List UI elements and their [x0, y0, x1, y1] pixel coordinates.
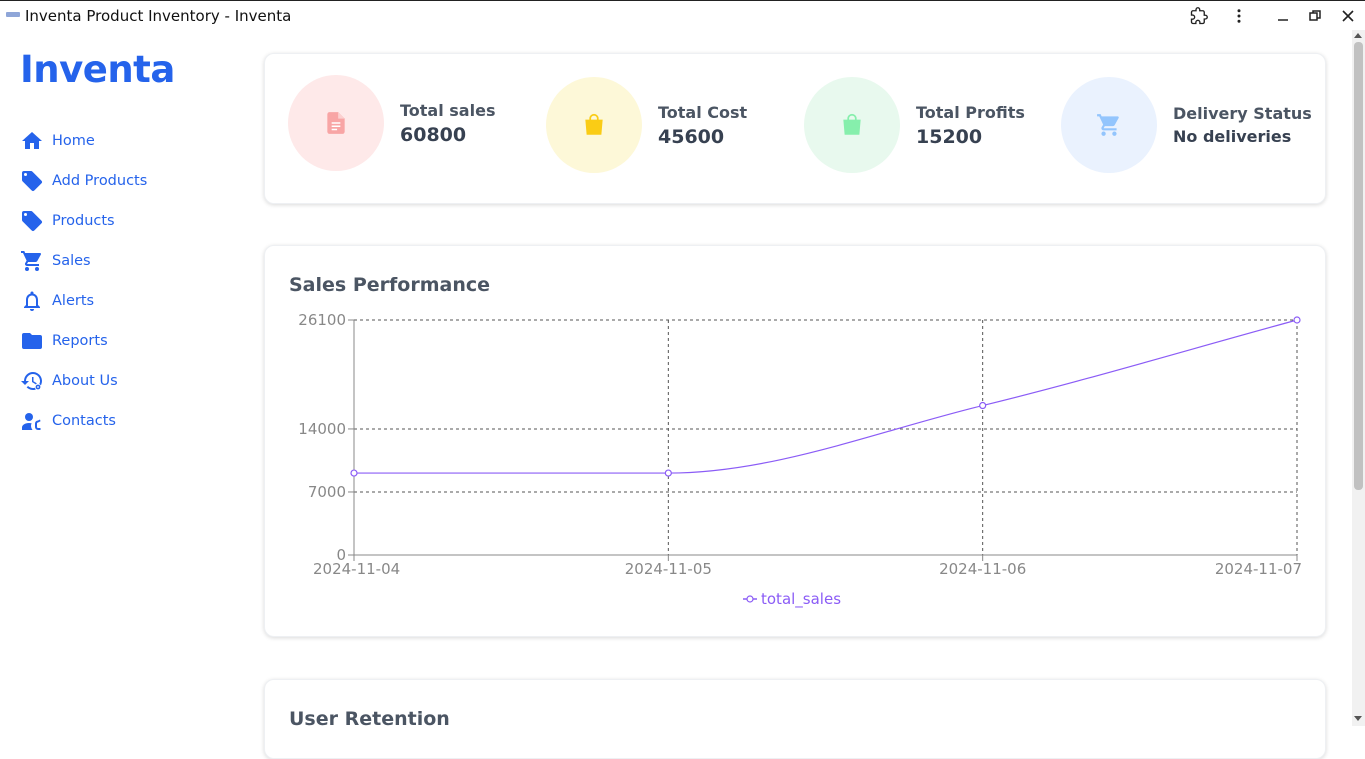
stat-value: No deliveries — [1173, 127, 1292, 146]
window-title: Inventa Product Inventory - Inventa — [25, 7, 292, 25]
data-point — [664, 469, 672, 477]
stat-value: 45600 — [658, 125, 725, 148]
data-point — [350, 469, 358, 477]
kebab-menu-icon[interactable] — [1228, 6, 1250, 26]
x-tick-label: 2024-11-07 — [1215, 560, 1302, 578]
stat-label: Total Cost — [658, 102, 748, 122]
y-tick-label: 14000 — [298, 420, 346, 438]
stat-icon-circle — [1061, 77, 1157, 173]
sidebar-item-label: Contacts — [52, 413, 116, 429]
history-gear-icon — [21, 372, 42, 391]
user-retention-card: User Retention — [264, 679, 1326, 759]
scroll-thumb[interactable] — [1354, 42, 1363, 490]
stat-icon-circle — [546, 77, 642, 173]
sidebar-item-label: Products — [52, 213, 115, 229]
shopping-bag-icon — [843, 113, 861, 135]
sidebar-item-about-us[interactable]: About Us — [20, 367, 118, 395]
stat-label: Delivery Status — [1173, 104, 1312, 123]
sidebar-item-label: Sales — [52, 253, 91, 269]
stat-icon-circle — [288, 75, 384, 171]
stat-total-profits: Total Profits 15200 — [804, 77, 1025, 173]
sales-chart: 0700014000261002024-11-04 2024-11-05 2024-… — [298, 311, 1302, 609]
legend-label: total_sales — [761, 590, 841, 609]
shopping-bag-icon — [585, 113, 603, 135]
stat-label: Total sales — [400, 100, 496, 120]
sales-performance-card: Sales Performance 0 7000 14000 26100 2024-11… — [264, 245, 1326, 637]
sidebar-item-label: Alerts — [52, 293, 95, 309]
folder-icon — [22, 333, 42, 349]
extensions-icon[interactable] — [1188, 6, 1210, 26]
tag-icon — [22, 171, 42, 192]
sidebar-item-label: Add Products — [52, 173, 148, 189]
sidebar-item-alerts[interactable]: Alerts — [20, 287, 94, 315]
y-tick-label: 7000 — [308, 483, 346, 501]
x-tick-label: 2024-11-05 — [625, 560, 712, 578]
stat-value: 15200 — [916, 125, 983, 148]
series-line — [354, 319, 1298, 474]
bell-icon — [24, 291, 40, 311]
document-icon — [327, 112, 345, 134]
stat-value: 60800 — [400, 123, 467, 146]
stat-total-sales: Total sales 60800 — [288, 75, 495, 171]
window-titlebar: Inventa Product Inventory - Inventa — [0, 0, 1365, 30]
scroll-up-arrow-icon[interactable] — [1354, 33, 1362, 38]
x-tick-label: 2024-11-04 — [313, 560, 400, 578]
app-favicon-icon — [6, 12, 20, 17]
scroll-down-arrow-icon[interactable] — [1354, 716, 1362, 721]
sidebar-item-label: Reports — [52, 333, 108, 349]
stat-icon-circle — [804, 77, 900, 173]
stat-delivery-status: Delivery Status No deliveries — [1061, 77, 1312, 173]
contacts-icon — [22, 413, 41, 430]
data-point — [979, 401, 987, 410]
sidebar-item-reports[interactable]: Reports — [20, 327, 108, 355]
close-icon[interactable] — [1337, 6, 1359, 26]
sidebar-item-label: Home — [52, 133, 95, 149]
page-scrollbar[interactable] — [1352, 30, 1365, 726]
stat-label: Total Profits — [916, 102, 1025, 122]
sidebar-item-products[interactable]: Products — [20, 207, 115, 235]
card-title: User Retention — [289, 708, 450, 730]
legend-marker-icon — [746, 595, 754, 603]
y-tick-label: 26100 — [298, 311, 346, 329]
sidebar-item-add-products[interactable]: Add Products — [20, 167, 147, 195]
cart-icon — [1097, 114, 1119, 136]
x-tick-label: 2024-11-06 — [939, 560, 1026, 578]
stat-total-cost: Total Cost 45600 — [546, 77, 747, 173]
restore-icon[interactable] — [1304, 6, 1326, 26]
brand-logo-text[interactable]: Inventa — [20, 48, 175, 91]
home-icon — [22, 132, 42, 149]
cart-icon — [21, 251, 42, 271]
sidebar: Inventa Home Add Products Products Sales… — [0, 30, 240, 726]
sidebar-item-contacts[interactable]: Contacts — [20, 407, 116, 435]
data-point — [1293, 316, 1301, 324]
sidebar-item-home[interactable]: Home — [20, 127, 95, 155]
tag-icon — [22, 211, 42, 232]
sidebar-item-sales[interactable]: Sales — [20, 247, 91, 275]
minimize-icon[interactable] — [1272, 6, 1294, 26]
sidebar-item-label: About Us — [52, 373, 118, 389]
stats-card: Total sales 60800 Total Cost 45600 Total… — [264, 53, 1326, 204]
